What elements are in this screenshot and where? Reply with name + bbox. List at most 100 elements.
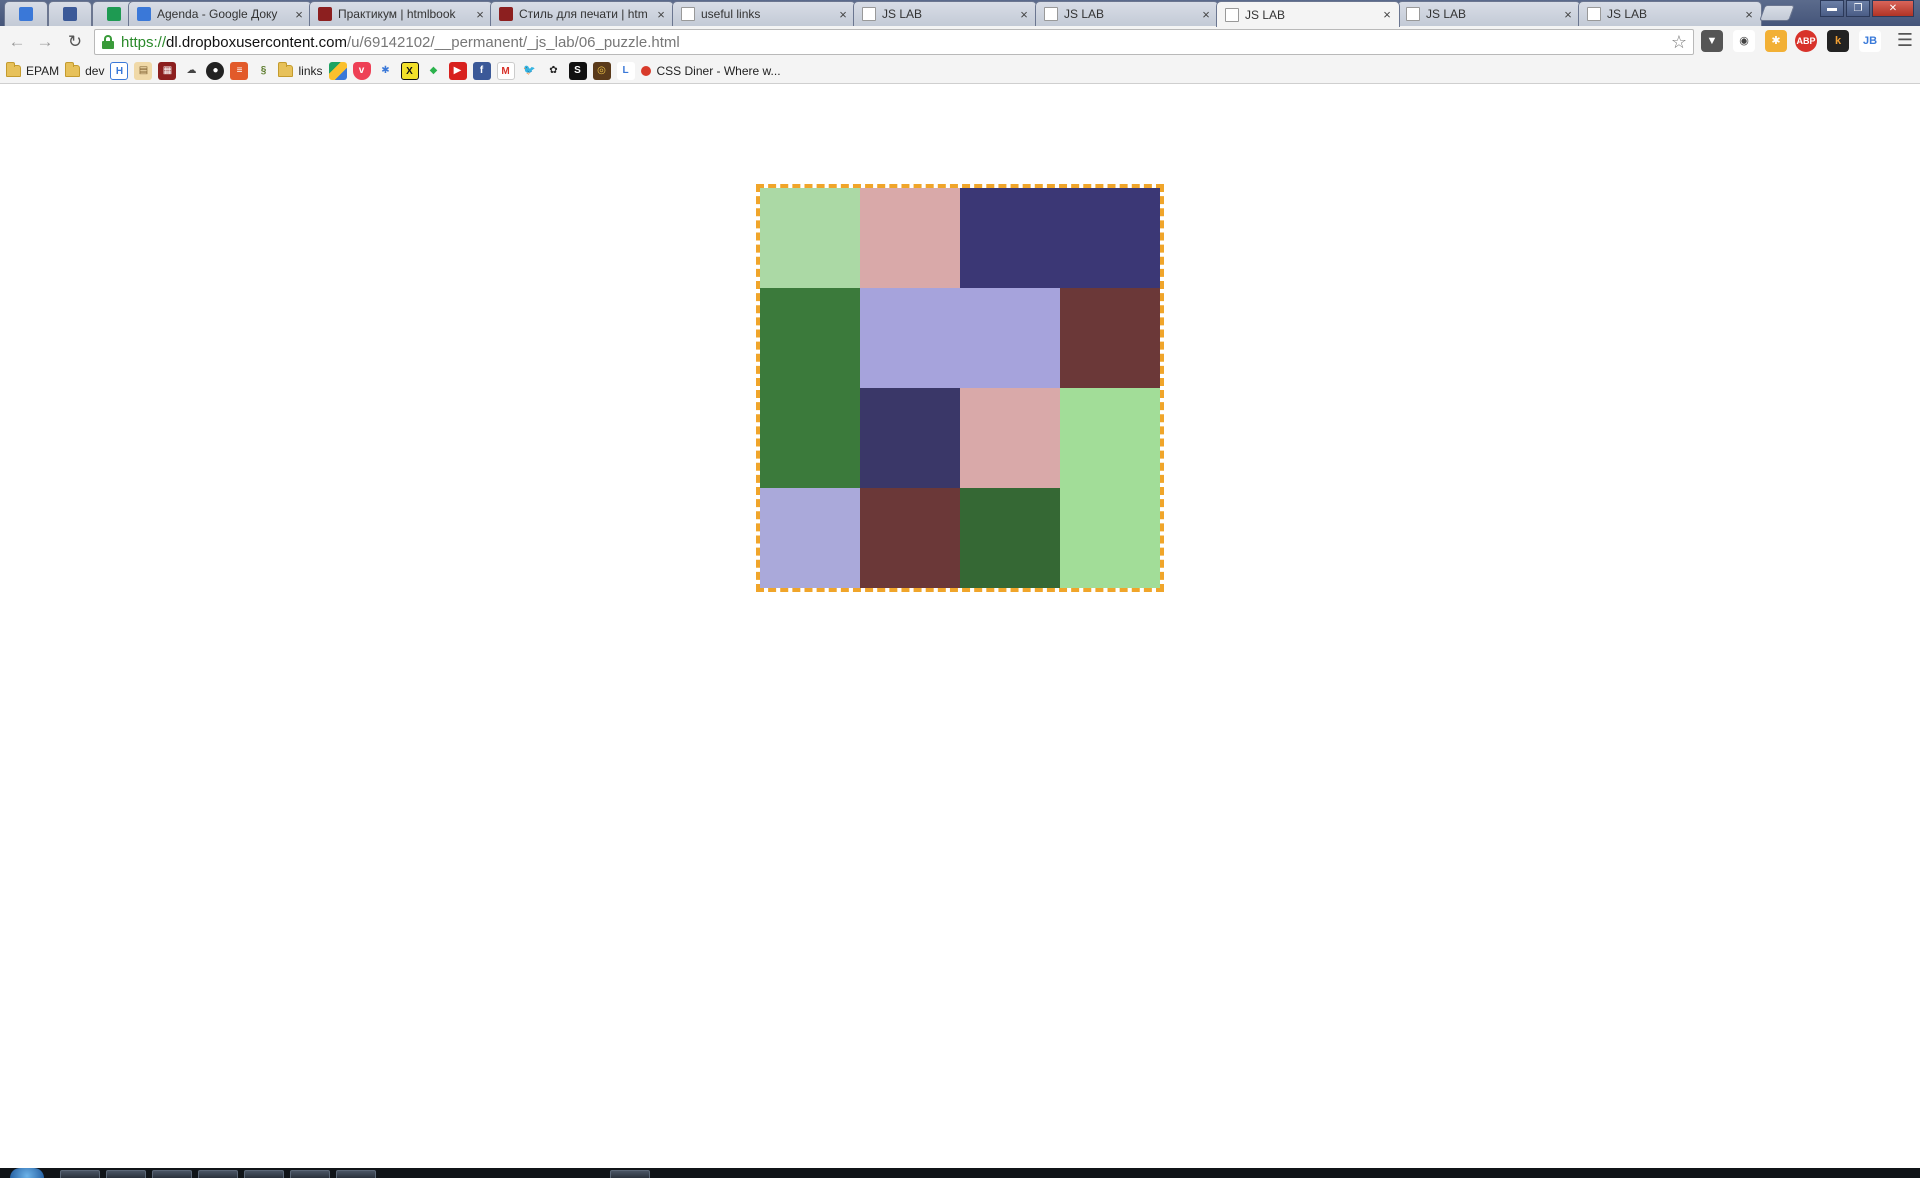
tab-close-icon[interactable]: × <box>1381 7 1393 22</box>
taskbar-item[interactable] <box>60 1170 100 1178</box>
puzzle-board <box>756 184 1164 592</box>
bookmark-youtube[interactable]: ▶ <box>448 61 467 80</box>
browser-tab[interactable]: Практикум | htmlbook × <box>309 1 493 26</box>
bookmark-stackoverflow[interactable]: ≡ <box>230 61 249 80</box>
browser-tab[interactable] <box>48 1 92 26</box>
minimize-button[interactable]: ▬ <box>1820 0 1844 17</box>
puzzle-tile[interactable] <box>1060 188 1160 288</box>
eye-extension-icon[interactable]: ◉ <box>1733 30 1755 52</box>
browser-tab[interactable]: Agenda - Google Доку × <box>128 1 312 26</box>
stackoverflow-icon: ≡ <box>230 61 249 80</box>
bookmark-htmlbook[interactable]: ▦ <box>158 61 177 80</box>
address-bar[interactable]: https://dl.dropboxusercontent.com/u/6914… <box>94 29 1694 55</box>
puzzle-tile[interactable] <box>860 188 960 288</box>
browser-tab[interactable]: JS LAB × <box>853 1 1037 26</box>
close-window-button[interactable]: ✕ <box>1872 0 1914 17</box>
puzzle-tile[interactable] <box>760 388 860 488</box>
maximize-button[interactable]: ❐ <box>1846 0 1870 17</box>
youtube-icon: ▶ <box>448 61 467 80</box>
bookmark-facebook[interactable]: f <box>472 61 491 80</box>
bookmark-feedly[interactable]: ◆ <box>425 62 443 80</box>
puzzle-tile[interactable] <box>860 288 960 388</box>
taskbar-item[interactable] <box>152 1170 192 1178</box>
browser-tab[interactable]: useful links × <box>672 1 856 26</box>
puzzle-tile[interactable] <box>760 188 860 288</box>
pocket-extension-icon[interactable]: ▼ <box>1701 30 1723 52</box>
adblock-extension-icon[interactable]: ABP <box>1795 30 1817 52</box>
browser-tab[interactable]: JS LAB × <box>1397 1 1581 26</box>
bookmark-notepad[interactable]: ▤ <box>134 61 153 80</box>
bookmark-sass[interactable]: § <box>254 62 272 80</box>
bookmark-github[interactable]: ● <box>206 61 225 80</box>
bookmark-google-drive[interactable] <box>328 61 347 80</box>
facebook-icon: f <box>472 61 491 80</box>
url-text[interactable]: https://dl.dropboxusercontent.com/u/6914… <box>121 34 680 51</box>
menu-icon[interactable]: ☰ <box>1894 29 1916 51</box>
feedly-icon: ◆ <box>429 64 438 76</box>
bookmark-puzzle[interactable]: ✱ <box>377 62 395 80</box>
taskbar-item[interactable] <box>336 1170 376 1178</box>
taskbar-item[interactable] <box>244 1170 284 1178</box>
tab-close-icon[interactable]: × <box>655 7 667 22</box>
taskbar-item[interactable] <box>290 1170 330 1178</box>
puzzle-tile[interactable] <box>960 388 1060 488</box>
bookmark-paw[interactable]: ✿ <box>545 62 563 80</box>
bookmark-pocket[interactable]: v <box>352 61 371 80</box>
puzzle-tile[interactable] <box>1060 288 1160 388</box>
s-icon: S <box>568 61 587 80</box>
new-tab-button[interactable] <box>1759 5 1795 21</box>
tab-close-icon[interactable]: × <box>293 7 305 22</box>
reload-button[interactable]: ↻ <box>62 29 88 55</box>
puzzle-tile[interactable] <box>1060 488 1160 588</box>
browser-tab[interactable]: JS LAB × <box>1035 1 1219 26</box>
start-button[interactable] <box>10 1168 44 1178</box>
puzzle-tile[interactable] <box>960 488 1060 588</box>
puzzle-tile[interactable] <box>1060 388 1160 488</box>
tab-close-icon[interactable]: × <box>1743 7 1755 22</box>
k-extension-icon[interactable]: k <box>1827 30 1849 52</box>
bookmark-flickr[interactable]: ◎ <box>592 61 611 80</box>
puzzle-tile[interactable] <box>960 288 1060 388</box>
browser-tab-active[interactable]: JS LAB × <box>1216 1 1400 27</box>
tab-close-icon[interactable]: × <box>1018 7 1030 22</box>
tab-close-icon[interactable]: × <box>1562 7 1574 22</box>
windows-taskbar <box>0 1168 1920 1178</box>
page-icon <box>862 7 876 21</box>
back-button[interactable]: ← <box>4 29 30 55</box>
browser-tab[interactable] <box>4 1 48 26</box>
bookmark-x[interactable]: X <box>400 61 419 80</box>
tab-close-icon[interactable]: × <box>1200 7 1212 22</box>
puzzle-tile[interactable] <box>760 288 860 388</box>
browser-tab[interactable]: Стиль для печати | htm × <box>490 1 674 26</box>
window-controls: ▬ ❐ ✕ <box>1820 0 1914 17</box>
tab-title: JS LAB <box>1426 7 1467 21</box>
puzzle-tile[interactable] <box>860 388 960 488</box>
css-diner-icon <box>640 65 651 76</box>
browser-tab[interactable]: JS LAB × <box>1578 1 1762 26</box>
jb-extension-icon[interactable]: JB <box>1859 30 1881 52</box>
tab-close-icon[interactable]: × <box>837 7 849 22</box>
bookmark-cloud[interactable]: ☁ <box>182 62 200 80</box>
htmlbook-icon <box>318 7 332 21</box>
bookmark-twitter[interactable]: 🐦 <box>521 62 539 80</box>
page-icon <box>1587 7 1601 21</box>
bookmark-folder-dev[interactable]: dev <box>65 61 104 78</box>
taskbar-item[interactable] <box>198 1170 238 1178</box>
bookmark-link[interactable]: CSS Diner - Where w... <box>640 64 781 78</box>
bookmark-folder-links[interactable]: links <box>278 61 323 78</box>
forward-button[interactable]: → <box>32 29 58 55</box>
bookmark-h[interactable]: H <box>110 61 129 80</box>
puzzle-extension-icon[interactable]: ✱ <box>1765 30 1787 52</box>
puzzle-tile[interactable] <box>760 488 860 588</box>
puzzle-tile[interactable] <box>960 188 1060 288</box>
tab-title: Agenda - Google Доку <box>157 7 278 21</box>
taskbar-item[interactable] <box>610 1170 650 1178</box>
bookmark-l[interactable]: L <box>616 61 635 80</box>
bookmark-folder-epam[interactable]: EPAM <box>6 61 59 78</box>
tab-close-icon[interactable]: × <box>474 7 486 22</box>
bookmark-gmail[interactable]: M <box>496 61 515 80</box>
puzzle-tile[interactable] <box>860 488 960 588</box>
taskbar-item[interactable] <box>106 1170 146 1178</box>
bookmark-s[interactable]: S <box>568 61 587 80</box>
bookmark-star-icon[interactable]: ☆ <box>1671 32 1687 53</box>
